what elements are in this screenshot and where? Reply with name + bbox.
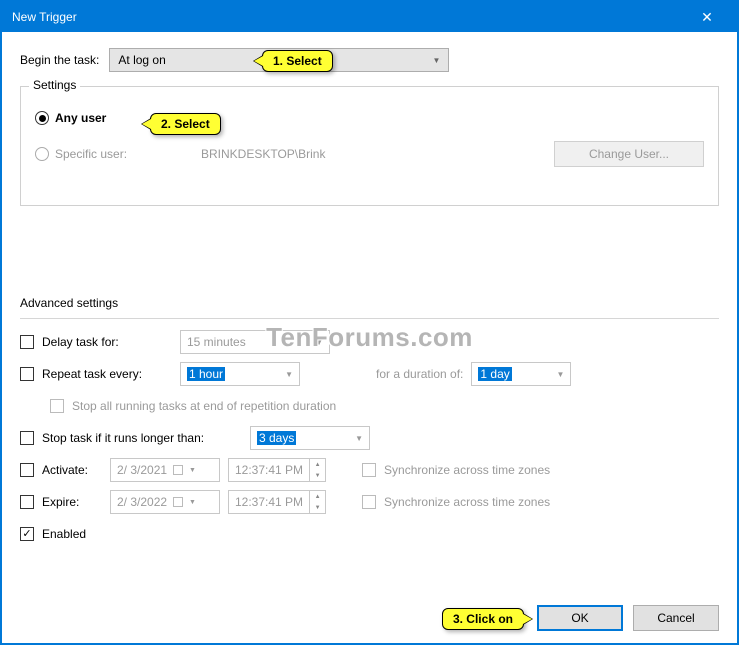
chevron-down-icon: ▼ [315,338,323,347]
enabled-label: Enabled [42,527,86,541]
cancel-button[interactable]: Cancel [633,605,719,631]
stop-longer-label: Stop task if it runs longer than: [42,431,242,445]
settings-group: Settings Any user Specific user: BRINKDE… [20,86,719,206]
close-icon[interactable]: ✕ [687,9,727,26]
stop-all-checkbox[interactable] [50,399,64,413]
calendar-icon [173,497,183,507]
enabled-checkbox[interactable] [20,527,34,541]
callout-1: 1. Select [262,50,333,72]
chevron-down-icon: ▼ [285,370,293,379]
activate-time[interactable]: 12:37:41 PM ▲▼ [228,458,326,482]
calendar-icon [173,465,183,475]
sync-expire-label: Synchronize across time zones [384,495,550,509]
delay-combo[interactable]: 15 minutes ▼ [180,330,330,354]
titlebar: New Trigger ✕ [2,2,737,32]
callout-2: 2. Select [150,113,221,135]
sync-activate-label: Synchronize across time zones [384,463,550,477]
activate-label: Activate: [42,463,102,477]
any-user-label: Any user [55,111,106,125]
repeat-label: Repeat task every: [42,367,172,381]
delay-label: Delay task for: [42,335,172,349]
window-title: New Trigger [12,10,77,24]
delay-checkbox[interactable] [20,335,34,349]
ok-button[interactable]: OK [537,605,623,631]
specific-user-value: BRINKDESKTOP\Brink [201,147,548,161]
sync-activate-checkbox[interactable] [362,463,376,477]
chevron-down-icon: ▼ [556,370,564,379]
advanced-legend: Advanced settings [20,296,719,310]
duration-combo[interactable]: 1 day ▼ [471,362,571,386]
sync-expire-checkbox[interactable] [362,495,376,509]
expire-label: Expire: [42,495,102,509]
chevron-down-icon: ▼ [355,434,363,443]
begin-task-value: At log on [118,53,165,67]
change-user-button[interactable]: Change User... [554,141,704,167]
stop-longer-combo[interactable]: 3 days ▼ [250,426,370,450]
callout-3: 3. Click on [442,608,524,630]
duration-label: for a duration of: [376,367,463,381]
dialog-client: Begin the task: At log on ▼ Settings Any… [2,32,737,643]
specific-user-radio[interactable] [35,147,49,161]
begin-task-label: Begin the task: [20,53,99,67]
repeat-checkbox[interactable] [20,367,34,381]
repeat-combo[interactable]: 1 hour ▼ [180,362,300,386]
any-user-radio[interactable] [35,111,49,125]
expire-date[interactable]: 2/ 3/2022 ▼ [110,490,220,514]
stop-longer-checkbox[interactable] [20,431,34,445]
expire-time[interactable]: 12:37:41 PM ▲▼ [228,490,326,514]
activate-checkbox[interactable] [20,463,34,477]
stop-all-label: Stop all running tasks at end of repetit… [72,399,336,413]
activate-date[interactable]: 2/ 3/2021 ▼ [110,458,220,482]
expire-checkbox[interactable] [20,495,34,509]
settings-legend: Settings [29,78,80,92]
chevron-down-icon: ▼ [432,56,440,65]
specific-user-label: Specific user: [55,147,195,161]
divider [20,318,719,319]
